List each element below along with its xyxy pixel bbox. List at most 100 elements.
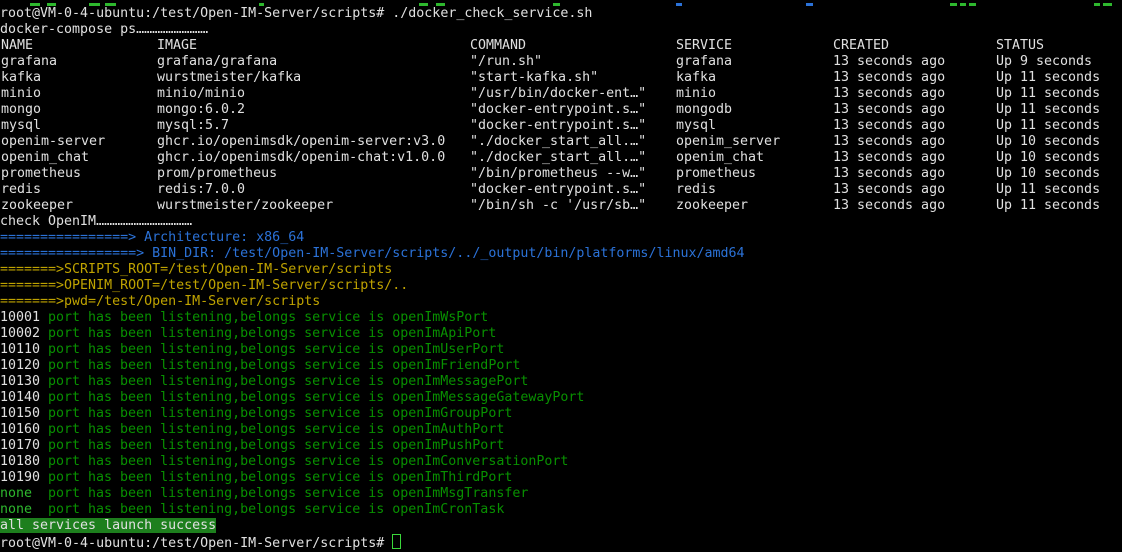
cell-service: minio: [676, 86, 716, 102]
cell-created: 13 seconds ago: [833, 150, 945, 166]
port-message: port has been listening,belongs service …: [48, 326, 384, 341]
cell-status: Up 11 seconds: [996, 70, 1100, 86]
port-number: 10002: [0, 326, 48, 342]
port-message: port has been listening,belongs service …: [48, 454, 384, 469]
table-row: mysqlmysql:5.7"docker-entrypoint.s…"mysq…: [0, 118, 1122, 134]
cell-status: Up 9 seconds: [996, 54, 1092, 70]
port-status-line: 10180port has been listening,belongs ser…: [0, 454, 1122, 470]
docker-compose-ps-line: docker-compose ps………………………: [0, 22, 1122, 38]
table-row: grafana grafana/grafana "/run.sh" grafana 13…: [0, 54, 1122, 70]
prompt-text: root@VM-0-4-ubuntu:/test/Open-IM-Server/…: [0, 6, 384, 21]
port-number: 10170: [0, 438, 48, 454]
cell-name: openim-server: [1, 134, 105, 150]
cell-command: "docker-entrypoint.s…": [470, 118, 646, 134]
cell-status: Up 11 seconds: [996, 182, 1100, 198]
cell-created: 13 seconds ago: [833, 134, 945, 150]
cell-created: 13 seconds ago: [833, 102, 945, 118]
cell-command: "/run.sh": [470, 54, 542, 70]
env-text: =======>pwd=/test/Open-IM-Server/scripts: [0, 294, 320, 309]
docker-compose-ps-text: docker-compose ps………………………: [0, 22, 208, 37]
cell-name: redis: [1, 182, 41, 198]
cell-image: wurstmeister/zookeeper: [157, 198, 333, 214]
cell-service: openim_chat: [676, 150, 764, 166]
cell-created: 13 seconds ago: [833, 182, 945, 198]
env-line: =======>pwd=/test/Open-IM-Server/scripts: [0, 294, 1122, 310]
port-number: 10160: [0, 422, 48, 438]
check-openim-text: check OpenIM………………………………: [0, 214, 192, 229]
env-line: ================> Architecture: x86_64: [0, 230, 1122, 246]
cell-name: zookeeper: [1, 198, 73, 214]
cell-status: Up 10 seconds: [996, 134, 1100, 150]
port-status-line: 10002port has been listening,belongs ser…: [0, 326, 1122, 342]
cell-image: mongo:6.0.2: [157, 102, 245, 118]
port-status-line: 10120port has been listening,belongs ser…: [0, 358, 1122, 374]
port-service-name: openImAuthPort: [392, 422, 504, 437]
port-message: port has been listening,belongs service …: [48, 486, 384, 501]
port-service-name: openImCronTask: [392, 502, 504, 517]
table-row: openim-server ghcr.io/openimsdk/openim-se…: [0, 134, 1122, 150]
cell-service: openim_server: [676, 134, 780, 150]
success-message: all services launch success: [0, 518, 216, 533]
port-status-line: noneport has been listening,belongs serv…: [0, 502, 1122, 518]
column-header: NAME: [1, 38, 33, 54]
env-line: =================> BIN_DIR: /test/Open-I…: [0, 246, 1122, 262]
cell-service: zookeeper: [676, 198, 748, 214]
table-row: zookeeper wurstmeister/zookeeper "/bin/sh …: [0, 198, 1122, 214]
cell-service: redis: [676, 182, 716, 198]
cell-status: Up 11 seconds: [996, 86, 1100, 102]
port-number: 10140: [0, 390, 48, 406]
port-number: 10120: [0, 358, 48, 374]
cell-name: mysql: [1, 118, 41, 134]
cell-status: Up 11 seconds: [996, 102, 1100, 118]
table-row: mongomongo:6.0.2"docker-entrypoint.s…"mo…: [0, 102, 1122, 118]
port-status-line: 10160port has been listening,belongs ser…: [0, 422, 1122, 438]
cell-image: ghcr.io/openimsdk/openim-chat:v1.0.0: [157, 150, 445, 166]
cell-name: mongo: [1, 102, 41, 118]
cell-image: ghcr.io/openimsdk/openim-server:v3.0: [157, 134, 445, 150]
port-number: 10001: [0, 310, 48, 326]
port-service-name: openImConversationPort: [392, 454, 568, 469]
check-openim-line: check OpenIM………………………………: [0, 214, 1122, 230]
column-header: IMAGE: [157, 38, 197, 54]
prompt-text: root@VM-0-4-ubuntu:/test/Open-IM-Server/…: [0, 536, 384, 551]
cell-image: grafana/grafana: [157, 54, 277, 70]
cell-service: mysql: [676, 118, 716, 134]
port-status-line: 10110port has been listening,belongs ser…: [0, 342, 1122, 358]
cell-image: minio/minio: [157, 86, 245, 102]
port-message: port has been listening,belongs service …: [48, 422, 384, 437]
cell-image: prom/prometheus: [157, 166, 277, 182]
success-line: all services launch success: [0, 518, 1122, 534]
port-status-line: 10001port has been listening,belongs ser…: [0, 310, 1122, 326]
cell-status: Up 11 seconds: [996, 198, 1100, 214]
cell-created: 13 seconds ago: [833, 54, 945, 70]
cell-image: wurstmeister/kafka: [157, 70, 301, 86]
cell-service: grafana: [676, 54, 732, 70]
env-text: =======>SCRIPTS_ROOT=/test/Open-IM-Serve…: [0, 262, 392, 277]
port-number: 10180: [0, 454, 48, 470]
cell-name: prometheus: [1, 166, 81, 182]
terminal-body[interactable]: root@VM-0-4-ubuntu:/test/Open-IM-Server/…: [0, 0, 1122, 542]
cell-name: grafana: [1, 54, 57, 70]
table-row: prometheusprom/prometheus"/bin/prometheu…: [0, 166, 1122, 182]
cell-created: 13 seconds ago: [833, 86, 945, 102]
cell-command: "/usr/bin/docker-ent…": [470, 86, 646, 102]
port-number: none: [0, 486, 48, 502]
port-message: port has been listening,belongs service …: [48, 390, 384, 405]
cell-command: "./docker_start_all.…": [470, 134, 646, 150]
cell-command: "start-kafka.sh": [470, 70, 598, 86]
port-status-line: 10140port has been listening,belongs ser…: [0, 390, 1122, 406]
port-status-line: 10150port has been listening,belongs ser…: [0, 406, 1122, 422]
port-service-name: openImMessageGatewayPort: [392, 390, 584, 405]
env-line: =======>SCRIPTS_ROOT=/test/Open-IM-Serve…: [0, 262, 1122, 278]
final-prompt-line: root@VM-0-4-ubuntu:/test/Open-IM-Server/…: [0, 534, 1122, 550]
column-header: SERVICE: [676, 38, 732, 54]
port-status-line: noneport has been listening,belongs serv…: [0, 486, 1122, 502]
cell-command: "docker-entrypoint.s…": [470, 182, 646, 198]
table-header-row: NAMEIMAGECOMMANDSERVICECREATEDSTATUS: [0, 38, 1122, 54]
table-row: miniominio/minio"/usr/bin/docker-ent…"mi…: [0, 86, 1122, 102]
cell-name: openim_chat: [1, 150, 89, 166]
cell-command: "/bin/sh -c '/usr/sb…": [470, 198, 646, 214]
cell-created: 13 seconds ago: [833, 70, 945, 86]
port-service-name: openImUserPort: [392, 342, 504, 357]
cell-status: Up 10 seconds: [996, 150, 1100, 166]
